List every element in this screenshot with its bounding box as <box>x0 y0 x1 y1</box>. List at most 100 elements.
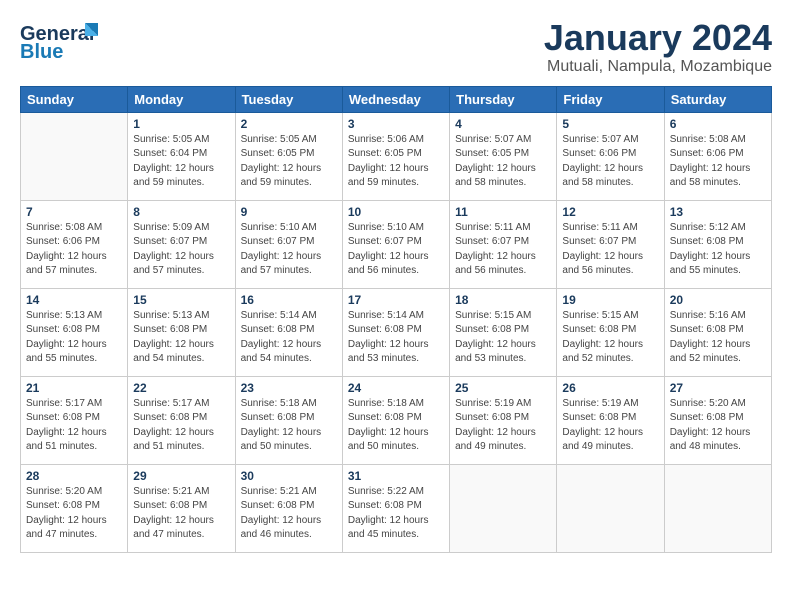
day-info: Sunrise: 5:15 AM Sunset: 6:08 PM Dayligh… <box>455 309 551 367</box>
day-info: Sunrise: 5:11 AM Sunset: 6:07 PM Dayligh… <box>562 221 658 279</box>
day-number: 16 <box>241 293 337 307</box>
logo-svg: GeneralBlue <box>20 18 100 62</box>
day-number: 17 <box>348 293 444 307</box>
col-friday: Friday <box>557 86 664 112</box>
day-number: 6 <box>670 117 766 131</box>
day-info: Sunrise: 5:10 AM Sunset: 6:07 PM Dayligh… <box>348 221 444 279</box>
day-cell: 31Sunrise: 5:22 AM Sunset: 6:08 PM Dayli… <box>342 464 449 552</box>
day-info: Sunrise: 5:15 AM Sunset: 6:08 PM Dayligh… <box>562 309 658 367</box>
day-number: 27 <box>670 381 766 395</box>
day-info: Sunrise: 5:18 AM Sunset: 6:08 PM Dayligh… <box>348 397 444 455</box>
day-info: Sunrise: 5:17 AM Sunset: 6:08 PM Dayligh… <box>133 397 229 455</box>
day-number: 22 <box>133 381 229 395</box>
logo: GeneralBlue <box>20 18 100 62</box>
day-info: Sunrise: 5:06 AM Sunset: 6:05 PM Dayligh… <box>348 133 444 191</box>
day-info: Sunrise: 5:12 AM Sunset: 6:08 PM Dayligh… <box>670 221 766 279</box>
day-number: 31 <box>348 469 444 483</box>
week-row-4: 28Sunrise: 5:20 AM Sunset: 6:08 PM Dayli… <box>21 464 772 552</box>
day-info: Sunrise: 5:10 AM Sunset: 6:07 PM Dayligh… <box>241 221 337 279</box>
day-cell: 4Sunrise: 5:07 AM Sunset: 6:05 PM Daylig… <box>450 112 557 200</box>
day-number: 2 <box>241 117 337 131</box>
page: GeneralBlue January 2024 Mutuali, Nampul… <box>0 0 792 612</box>
day-cell: 6 Sunrise: 5:08 AM Sunset: 6:06 PM Daylig… <box>664 112 771 200</box>
col-wednesday: Wednesday <box>342 86 449 112</box>
day-info: Sunrise: 5:16 AM Sunset: 6:08 PM Dayligh… <box>670 309 766 367</box>
week-row-3: 21Sunrise: 5:17 AM Sunset: 6:08 PM Dayli… <box>21 376 772 464</box>
day-number: 19 <box>562 293 658 307</box>
day-number: 18 <box>455 293 551 307</box>
day-info: Sunrise: 5:19 AM Sunset: 6:08 PM Dayligh… <box>455 397 551 455</box>
day-cell: 24Sunrise: 5:18 AM Sunset: 6:08 PM Dayli… <box>342 376 449 464</box>
day-cell: 13 Sunrise: 5:12 AM Sunset: 6:08 PM Dayli… <box>664 200 771 288</box>
day-cell: 27 Sunrise: 5:20 AM Sunset: 6:08 PM Dayli… <box>664 376 771 464</box>
day-info: Sunrise: 5:20 AM Sunset: 6:08 PM Dayligh… <box>670 397 766 455</box>
header: GeneralBlue January 2024 Mutuali, Nampul… <box>20 18 772 76</box>
day-info: Sunrise: 5:13 AM Sunset: 6:08 PM Dayligh… <box>133 309 229 367</box>
day-cell: 28Sunrise: 5:20 AM Sunset: 6:08 PM Dayli… <box>21 464 128 552</box>
calendar-table: Sunday Monday Tuesday Wednesday Thursday… <box>20 86 772 553</box>
day-number: 30 <box>241 469 337 483</box>
day-info: Sunrise: 5:05 AM Sunset: 6:04 PM Dayligh… <box>133 133 229 191</box>
col-saturday: Saturday <box>664 86 771 112</box>
header-row: Sunday Monday Tuesday Wednesday Thursday… <box>21 86 772 112</box>
day-info: Sunrise: 5:14 AM Sunset: 6:08 PM Dayligh… <box>348 309 444 367</box>
day-cell: 10Sunrise: 5:10 AM Sunset: 6:07 PM Dayli… <box>342 200 449 288</box>
day-number: 14 <box>26 293 122 307</box>
day-info: Sunrise: 5:18 AM Sunset: 6:08 PM Dayligh… <box>241 397 337 455</box>
day-cell: 22 Sunrise: 5:17 AM Sunset: 6:08 PM Dayli… <box>128 376 235 464</box>
day-number: 5 <box>562 117 658 131</box>
day-cell: 1Sunrise: 5:05 AM Sunset: 6:04 PM Daylig… <box>128 112 235 200</box>
svg-text:Blue: Blue <box>20 41 63 62</box>
day-number: 26 <box>562 381 658 395</box>
col-tuesday: Tuesday <box>235 86 342 112</box>
day-cell: 3 Sunrise: 5:06 AM Sunset: 6:05 PM Daylig… <box>342 112 449 200</box>
day-number: 3 <box>348 117 444 131</box>
day-cell: 20 Sunrise: 5:16 AM Sunset: 6:08 PM Dayli… <box>664 288 771 376</box>
day-cell: 14 Sunrise: 5:13 AM Sunset: 6:08 PM Dayli… <box>21 288 128 376</box>
day-cell: 23 Sunrise: 5:18 AM Sunset: 6:08 PM Dayli… <box>235 376 342 464</box>
day-info: Sunrise: 5:13 AM Sunset: 6:08 PM Dayligh… <box>26 309 122 367</box>
day-cell: 18 Sunrise: 5:15 AM Sunset: 6:08 PM Dayli… <box>450 288 557 376</box>
day-number: 7 <box>26 205 122 219</box>
day-info: Sunrise: 5:08 AM Sunset: 6:06 PM Dayligh… <box>670 133 766 191</box>
day-cell: 26Sunrise: 5:19 AM Sunset: 6:08 PM Dayli… <box>557 376 664 464</box>
calendar-title: January 2024 <box>544 18 772 58</box>
day-cell: 21Sunrise: 5:17 AM Sunset: 6:08 PM Dayli… <box>21 376 128 464</box>
day-cell <box>21 112 128 200</box>
day-number: 13 <box>670 205 766 219</box>
day-info: Sunrise: 5:17 AM Sunset: 6:08 PM Dayligh… <box>26 397 122 455</box>
day-info: Sunrise: 5:09 AM Sunset: 6:07 PM Dayligh… <box>133 221 229 279</box>
day-info: Sunrise: 5:21 AM Sunset: 6:08 PM Dayligh… <box>133 485 229 543</box>
day-info: Sunrise: 5:11 AM Sunset: 6:07 PM Dayligh… <box>455 221 551 279</box>
day-cell <box>557 464 664 552</box>
week-row-0: 1Sunrise: 5:05 AM Sunset: 6:04 PM Daylig… <box>21 112 772 200</box>
day-number: 12 <box>562 205 658 219</box>
day-number: 4 <box>455 117 551 131</box>
day-number: 15 <box>133 293 229 307</box>
day-cell: 12 Sunrise: 5:11 AM Sunset: 6:07 PM Dayli… <box>557 200 664 288</box>
day-cell: 8 Sunrise: 5:09 AM Sunset: 6:07 PM Daylig… <box>128 200 235 288</box>
day-number: 20 <box>670 293 766 307</box>
day-number: 23 <box>241 381 337 395</box>
day-number: 9 <box>241 205 337 219</box>
col-sunday: Sunday <box>21 86 128 112</box>
day-info: Sunrise: 5:07 AM Sunset: 6:06 PM Dayligh… <box>562 133 658 191</box>
day-number: 28 <box>26 469 122 483</box>
calendar-subtitle: Mutuali, Nampula, Mozambique <box>544 58 772 76</box>
day-cell: 25Sunrise: 5:19 AM Sunset: 6:08 PM Dayli… <box>450 376 557 464</box>
day-cell: 2Sunrise: 5:05 AM Sunset: 6:05 PM Daylig… <box>235 112 342 200</box>
day-cell: 30 Sunrise: 5:21 AM Sunset: 6:08 PM Dayli… <box>235 464 342 552</box>
col-thursday: Thursday <box>450 86 557 112</box>
day-cell: 7 Sunrise: 5:08 AM Sunset: 6:06 PM Daylig… <box>21 200 128 288</box>
day-info: Sunrise: 5:08 AM Sunset: 6:06 PM Dayligh… <box>26 221 122 279</box>
day-cell: 11Sunrise: 5:11 AM Sunset: 6:07 PM Dayli… <box>450 200 557 288</box>
day-cell: 19 Sunrise: 5:15 AM Sunset: 6:08 PM Dayli… <box>557 288 664 376</box>
day-number: 29 <box>133 469 229 483</box>
day-number: 8 <box>133 205 229 219</box>
day-cell: 15 Sunrise: 5:13 AM Sunset: 6:08 PM Dayli… <box>128 288 235 376</box>
day-cell: 9 Sunrise: 5:10 AM Sunset: 6:07 PM Daylig… <box>235 200 342 288</box>
day-cell: 16Sunrise: 5:14 AM Sunset: 6:08 PM Dayli… <box>235 288 342 376</box>
day-info: Sunrise: 5:21 AM Sunset: 6:08 PM Dayligh… <box>241 485 337 543</box>
day-cell <box>450 464 557 552</box>
col-monday: Monday <box>128 86 235 112</box>
